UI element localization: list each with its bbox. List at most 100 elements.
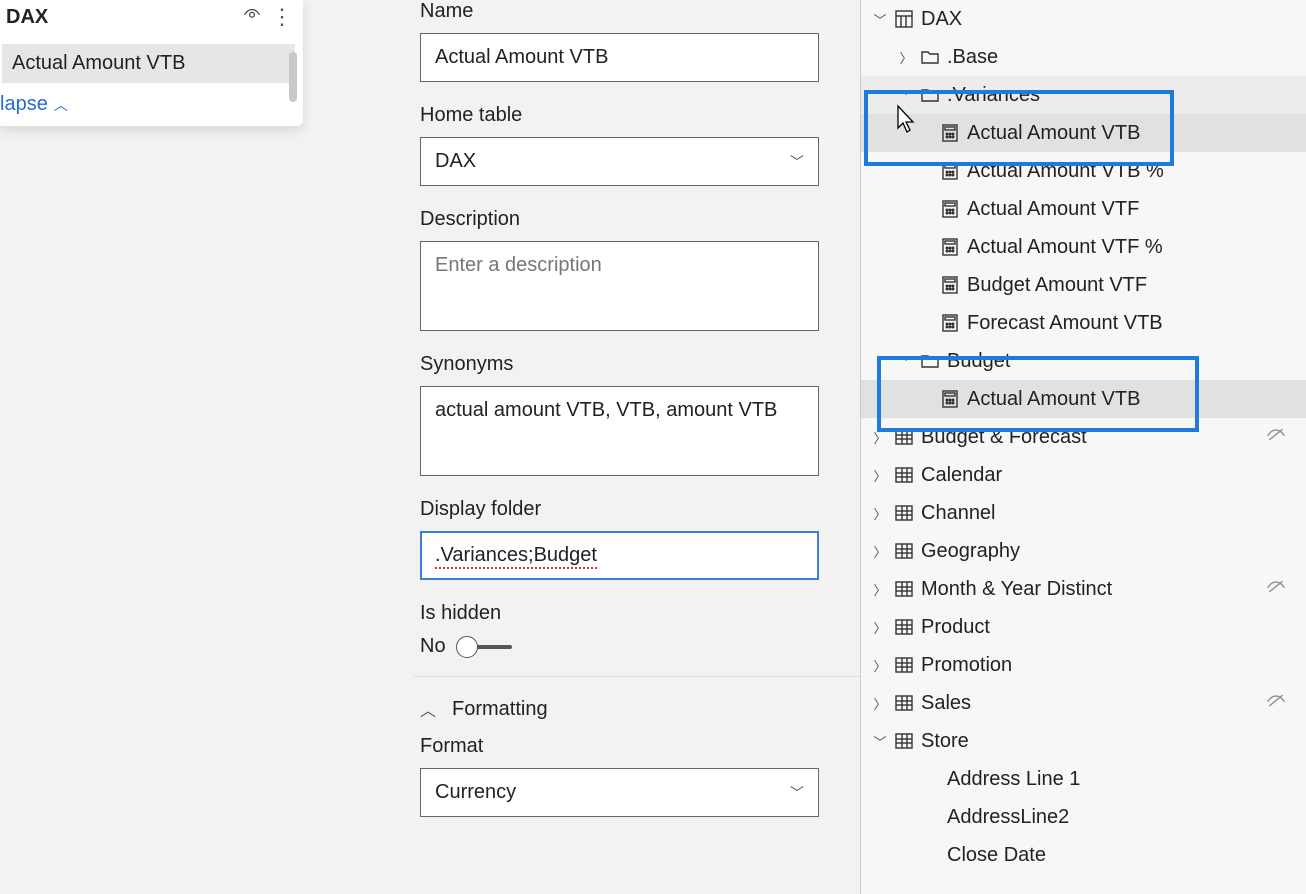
chevron-right-icon: 〉 (873, 466, 887, 485)
hidden-icon (1266, 578, 1286, 601)
tree-folder-variances[interactable]: ﹀ .Variances ⋯ (861, 76, 1306, 114)
is-hidden-label: Is hidden (420, 602, 860, 625)
tree-label: Budget & Forecast (921, 426, 1087, 449)
format-label: Format (420, 735, 860, 758)
tree-measure[interactable]: Actual Amount VTB (861, 114, 1306, 152)
description-input[interactable]: Enter a description (420, 241, 819, 331)
folder-icon (921, 86, 939, 104)
tree-label: AddressLine2 (947, 806, 1069, 829)
synonyms-label: Synonyms (420, 353, 860, 376)
tree-label: Product (921, 616, 990, 639)
divider (414, 676, 880, 677)
calc-table-icon (895, 10, 913, 28)
home-table-label: Home table (420, 104, 860, 127)
tree-table[interactable]: 〉 Product (861, 608, 1306, 646)
calculator-icon (941, 124, 959, 142)
tree-label: Budget (947, 350, 1010, 373)
chevron-up-icon: ︿ (54, 95, 68, 115)
table-icon (895, 542, 913, 560)
measure-list-item[interactable]: Actual Amount VTB (2, 44, 295, 83)
chevron-up-icon: ︿ (420, 697, 436, 721)
fields-tree: ﹀ DAX 〉 .Base ﹀ .Variances ⋯ Actual Amou… (860, 0, 1306, 894)
tree-table[interactable]: 〉 Calendar (861, 456, 1306, 494)
calculator-icon (941, 200, 959, 218)
toggle-knob (456, 636, 478, 658)
calculator-icon (941, 314, 959, 332)
tree-table[interactable]: 〉 Budget & Forecast (861, 418, 1306, 456)
tree-folder-budget[interactable]: ﹀ Budget (861, 342, 1306, 380)
calculator-icon (941, 390, 959, 408)
tree-label: Budget Amount VTF (967, 274, 1147, 297)
description-label: Description (420, 208, 860, 231)
home-table-select[interactable]: DAX ﹀ (420, 137, 819, 186)
tree-folder-base[interactable]: 〉 .Base (861, 38, 1306, 76)
tree-table-dax[interactable]: ﹀ DAX (861, 0, 1306, 38)
tree-label: Month & Year Distinct (921, 578, 1112, 601)
properties-pane: Name Home table DAX ﹀ Description Enter … (420, 0, 860, 894)
formatting-section-header[interactable]: ︿ Formatting (420, 687, 860, 735)
tree-label: Address Line 1 (947, 768, 1080, 791)
display-folder-label: Display folder (420, 498, 860, 521)
tree-label: Promotion (921, 654, 1012, 677)
chevron-down-icon: ﹀ (899, 86, 913, 105)
table-icon (895, 656, 913, 674)
tree-label: Actual Amount VTB (967, 122, 1140, 145)
tree-label: Close Date (947, 844, 1046, 867)
scrollbar-thumb[interactable] (289, 52, 297, 102)
tree-measure[interactable]: Forecast Amount VTB (861, 304, 1306, 342)
tree-measure[interactable]: Budget Amount VTF (861, 266, 1306, 304)
collapse-link[interactable]: lapse ︿ (0, 89, 303, 122)
name-input[interactable] (420, 33, 819, 82)
tree-table[interactable]: 〉 Month & Year Distinct (861, 570, 1306, 608)
chevron-down-icon: ﹀ (873, 10, 887, 29)
tree-table[interactable]: 〉 Sales (861, 684, 1306, 722)
more-vertical-icon[interactable]: ⋮ (267, 2, 297, 32)
tree-label: DAX (921, 8, 962, 31)
tree-label: Sales (921, 692, 971, 715)
table-icon (895, 618, 913, 636)
tree-table[interactable]: 〉 Promotion (861, 646, 1306, 684)
chevron-down-icon: ﹀ (873, 732, 887, 751)
is-hidden-toggle[interactable] (460, 645, 512, 649)
tree-table[interactable]: 〉 Geography (861, 532, 1306, 570)
tree-column[interactable]: AddressLine2 (861, 798, 1306, 836)
synonyms-input[interactable]: actual amount VTB, VTB, amount VTB (420, 386, 819, 476)
tree-column[interactable]: Close Date (861, 836, 1306, 874)
chevron-right-icon: 〉 (873, 542, 887, 561)
tree-column[interactable]: Address Line 1 (861, 760, 1306, 798)
chevron-down-icon: ﹀ (790, 152, 804, 172)
tree-label: Actual Amount VTB (967, 388, 1140, 411)
hidden-icon (1266, 426, 1286, 449)
tree-measure[interactable]: Actual Amount VTB % (861, 152, 1306, 190)
tree-measure[interactable]: Actual Amount VTF % (861, 228, 1306, 266)
tree-label: Actual Amount VTB % (967, 160, 1164, 183)
calculator-icon (941, 162, 959, 180)
table-icon (895, 732, 913, 750)
display-folder-value: .Variances;Budget (435, 544, 597, 569)
tree-label: Geography (921, 540, 1020, 563)
tree-measure[interactable]: Actual Amount VTB (861, 380, 1306, 418)
visibility-icon[interactable] (237, 2, 267, 32)
chevron-right-icon: 〉 (873, 580, 887, 599)
chevron-right-icon: 〉 (899, 48, 913, 67)
chevron-right-icon: 〉 (873, 656, 887, 675)
folder-icon (921, 48, 939, 66)
home-table-value: DAX (435, 150, 476, 173)
chevron-down-icon: ﹀ (790, 783, 804, 803)
table-icon (895, 504, 913, 522)
chevron-right-icon: 〉 (873, 504, 887, 523)
table-icon (895, 466, 913, 484)
chevron-right-icon: 〉 (873, 694, 887, 713)
calculator-icon (941, 238, 959, 256)
tree-measure[interactable]: Actual Amount VTF (861, 190, 1306, 228)
display-folder-input[interactable]: .Variances;Budget (420, 531, 819, 580)
chevron-right-icon: 〉 (873, 428, 887, 447)
chevron-down-icon: ﹀ (899, 352, 913, 371)
tree-table[interactable]: 〉 Channel (861, 494, 1306, 532)
format-select[interactable]: Currency ﹀ (420, 768, 819, 817)
left-panel-title: DAX (6, 6, 237, 29)
left-panel: DAX ⋮ Actual Amount VTB lapse ︿ (0, 0, 303, 126)
name-label: Name (420, 0, 860, 23)
tree-label: Calendar (921, 464, 1002, 487)
tree-table-store[interactable]: ﹀ Store (861, 722, 1306, 760)
